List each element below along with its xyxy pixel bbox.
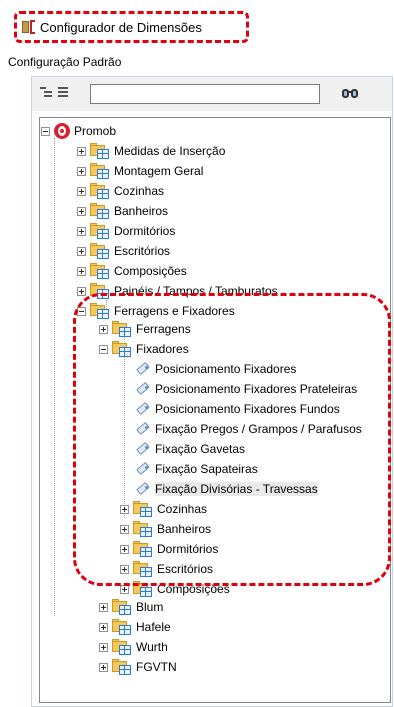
search-input[interactable] bbox=[90, 84, 320, 104]
tree-item-banheiros[interactable]: Banheiros bbox=[77, 201, 168, 221]
promob-logo-icon bbox=[54, 123, 70, 139]
tree-item-wurth[interactable]: Wurth bbox=[99, 637, 168, 657]
tree-item-blum[interactable]: Blum bbox=[99, 597, 163, 617]
expand-toggle[interactable] bbox=[77, 286, 86, 296]
folder-icon bbox=[90, 243, 110, 259]
collapse-all-icon[interactable] bbox=[58, 86, 72, 100]
folder-icon bbox=[90, 163, 110, 179]
expand-toggle[interactable] bbox=[99, 662, 108, 672]
expand-toggle[interactable] bbox=[77, 266, 86, 276]
tree-item-hafele[interactable]: Hafele bbox=[99, 617, 171, 637]
expand-toggle[interactable] bbox=[77, 146, 86, 156]
expand-toggle[interactable] bbox=[77, 246, 86, 256]
tree-item-composicoes[interactable]: Composições bbox=[77, 261, 187, 281]
fixadores-highlight-annotation bbox=[73, 293, 391, 586]
folder-icon bbox=[90, 263, 110, 279]
tree-item-dormitorios[interactable]: Dormitórios bbox=[77, 221, 175, 241]
folder-icon bbox=[112, 619, 132, 635]
configuration-label: Configuração Padrão bbox=[8, 55, 122, 69]
tree-item-cozinhas[interactable]: Cozinhas bbox=[77, 181, 164, 201]
folder-icon bbox=[112, 659, 132, 675]
expand-toggle[interactable] bbox=[99, 602, 108, 612]
folder-icon bbox=[112, 599, 132, 615]
collapse-toggle[interactable] bbox=[41, 126, 50, 136]
folder-icon bbox=[112, 639, 132, 655]
folder-icon bbox=[90, 183, 110, 199]
expand-toggle[interactable] bbox=[77, 166, 86, 176]
folder-icon bbox=[90, 143, 110, 159]
tree-root-promob[interactable]: Promob bbox=[41, 121, 116, 141]
title-highlight-annotation bbox=[14, 11, 249, 43]
folder-icon bbox=[90, 223, 110, 239]
tree-item-montagem-geral[interactable]: Montagem Geral bbox=[77, 161, 203, 181]
expand-toggle[interactable] bbox=[77, 206, 86, 216]
expand-toggle[interactable] bbox=[99, 622, 108, 632]
tree-item-escritorios[interactable]: Escritórios bbox=[77, 241, 170, 261]
binoculars-icon[interactable] bbox=[341, 85, 359, 101]
folder-icon bbox=[90, 203, 110, 219]
expand-toggle[interactable] bbox=[77, 226, 86, 236]
expand-toggle[interactable] bbox=[77, 186, 86, 196]
toolbar bbox=[32, 77, 392, 111]
tree-item-fgvtn[interactable]: FGVTN bbox=[99, 657, 177, 677]
expand-all-icon[interactable] bbox=[40, 86, 54, 100]
tree-item-medidas-insercao[interactable]: Medidas de Inserção bbox=[77, 141, 225, 161]
expand-toggle[interactable] bbox=[99, 642, 108, 652]
